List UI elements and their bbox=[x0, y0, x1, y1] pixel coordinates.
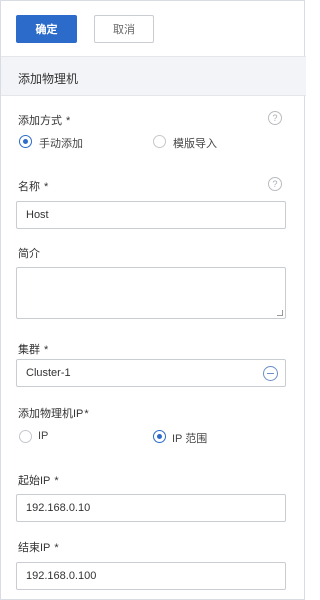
radio-template-import-label[interactable]: 模版导入 bbox=[173, 135, 217, 151]
radio-template-import[interactable] bbox=[153, 135, 166, 148]
section-title: 添加物理机 bbox=[18, 72, 79, 86]
description-textarea[interactable] bbox=[16, 267, 286, 319]
required-mark: * bbox=[44, 344, 49, 356]
ip-mode-label: 添加物理机IP* bbox=[18, 405, 89, 421]
required-mark: * bbox=[44, 181, 49, 193]
required-mark: * bbox=[66, 115, 71, 127]
name-input[interactable]: Host bbox=[16, 201, 286, 229]
toolbar: 确定 取消 bbox=[1, 1, 306, 51]
cluster-label: 集群 * bbox=[18, 341, 48, 357]
cluster-select[interactable]: Cluster-1 bbox=[16, 359, 286, 387]
radio-manual-add[interactable] bbox=[19, 135, 32, 148]
description-label: 简介 bbox=[18, 248, 40, 260]
cluster-select-value: Cluster-1 bbox=[26, 367, 71, 379]
end-ip-input[interactable]: 192.168.0.100 bbox=[16, 562, 286, 590]
radio-ip-range-label[interactable]: IP 范围 bbox=[172, 430, 207, 446]
end-ip-label: 结束IP * bbox=[18, 539, 59, 555]
add-method-help-icon[interactable]: ? bbox=[268, 111, 282, 125]
required-mark: * bbox=[84, 408, 89, 420]
add-method-label-text: 添加方式 bbox=[18, 115, 62, 127]
radio-ip-label[interactable]: IP bbox=[38, 430, 48, 442]
cancel-button[interactable]: 取消 bbox=[94, 15, 154, 43]
name-label: 名称 * bbox=[18, 178, 48, 194]
start-ip-label-text: 起始IP bbox=[18, 475, 51, 487]
ip-mode-label-text: 添加物理机IP bbox=[18, 408, 84, 420]
radio-ip[interactable] bbox=[19, 430, 32, 443]
name-label-text: 名称 bbox=[18, 181, 40, 193]
add-host-panel: 确定 取消 添加物理机 添加方式 * ? 手动添加 模版导入 名称 * ? Host… bbox=[0, 0, 306, 600]
more-options-icon[interactable] bbox=[263, 366, 278, 381]
resize-grip-icon[interactable] bbox=[277, 310, 283, 316]
add-method-label: 添加方式 * bbox=[18, 112, 70, 128]
section-header: 添加物理机 bbox=[1, 56, 306, 96]
required-mark: * bbox=[54, 542, 59, 554]
radio-manual-add-label[interactable]: 手动添加 bbox=[39, 135, 83, 151]
cluster-label-text: 集群 bbox=[18, 344, 40, 356]
start-ip-label: 起始IP * bbox=[18, 472, 59, 488]
end-ip-label-text: 结束IP bbox=[18, 542, 51, 554]
name-help-icon[interactable]: ? bbox=[268, 177, 282, 191]
start-ip-input[interactable]: 192.168.0.10 bbox=[16, 494, 286, 522]
confirm-button[interactable]: 确定 bbox=[16, 15, 77, 43]
required-mark: * bbox=[54, 475, 59, 487]
radio-ip-range[interactable] bbox=[153, 430, 166, 443]
